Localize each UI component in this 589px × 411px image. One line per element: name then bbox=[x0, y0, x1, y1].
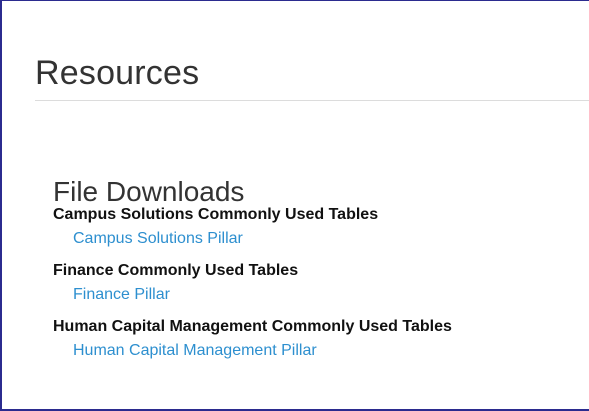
group-heading: Finance Commonly Used Tables bbox=[53, 262, 299, 279]
resources-panel: Resources File Downloads Campus Solution… bbox=[0, 0, 589, 411]
file-downloads-title: File Downloads bbox=[53, 176, 245, 208]
group-heading: Campus Solutions Commonly Used Tables bbox=[53, 206, 379, 223]
title-divider bbox=[35, 100, 589, 101]
campus-solutions-pillar-link[interactable]: Campus Solutions Pillar bbox=[73, 229, 573, 248]
download-group-human-capital-management: Human Capital Management Commonly Used T… bbox=[53, 317, 573, 360]
page-title: Resources bbox=[35, 53, 200, 92]
human-capital-management-pillar-link[interactable]: Human Capital Management Pillar bbox=[73, 341, 573, 360]
group-heading: Human Capital Management Commonly Used T… bbox=[53, 318, 452, 335]
finance-pillar-link[interactable]: Finance Pillar bbox=[73, 285, 573, 304]
download-group-campus-solutions: Campus Solutions Commonly Used Tables Ca… bbox=[53, 205, 573, 248]
file-downloads-list: Campus Solutions Commonly Used Tables Ca… bbox=[53, 205, 573, 373]
download-group-finance: Finance Commonly Used Tables Finance Pil… bbox=[53, 261, 573, 304]
